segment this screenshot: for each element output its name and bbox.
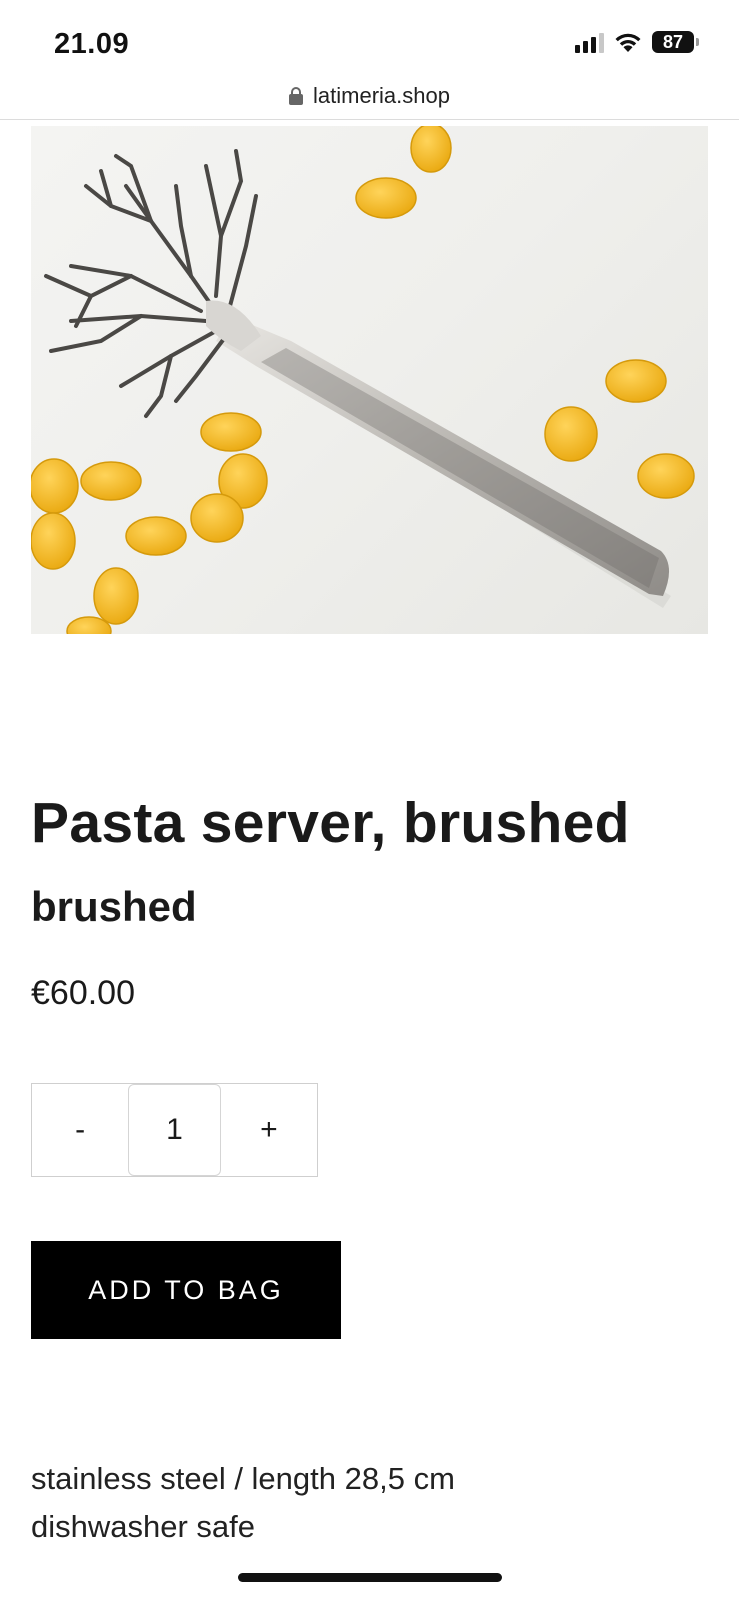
description-line-material: stainless steel / length 28,5 cm [31, 1461, 455, 1496]
signal-icon [575, 31, 604, 53]
home-indicator[interactable] [238, 1573, 502, 1582]
product-description: stainless steel / length 28,5 cm dishwas… [31, 1455, 455, 1551]
description-line-care: dishwasher safe [31, 1509, 256, 1544]
browser-url-bar[interactable]: latimeria.shop [0, 72, 739, 120]
status-time: 21.09 [54, 28, 130, 60]
battery-level: 87 [662, 32, 684, 52]
product-variant: brushed [31, 883, 197, 930]
status-bar: 21.09 87 [0, 0, 739, 70]
product-title: Pasta server, brushed [31, 791, 630, 855]
add-to-bag-button[interactable]: ADD TO BAG [31, 1241, 341, 1339]
url-text: latimeria.shop [313, 82, 450, 108]
quantity-input[interactable]: 1 [128, 1084, 221, 1176]
battery-icon: 87 [652, 31, 694, 53]
wifi-icon [614, 32, 642, 53]
quantity-increment-button[interactable]: + [221, 1084, 317, 1176]
product-price: €60.00 [31, 974, 135, 1012]
product-image[interactable] [31, 126, 708, 634]
quantity-stepper: - 1 + [31, 1083, 318, 1177]
quantity-decrement-button[interactable]: - [32, 1084, 128, 1176]
battery-indicator: 87 [652, 31, 699, 53]
pasta-server-photo [31, 126, 695, 634]
status-icons: 87 [575, 31, 699, 53]
battery-cap [696, 38, 699, 46]
lock-icon [289, 86, 304, 105]
